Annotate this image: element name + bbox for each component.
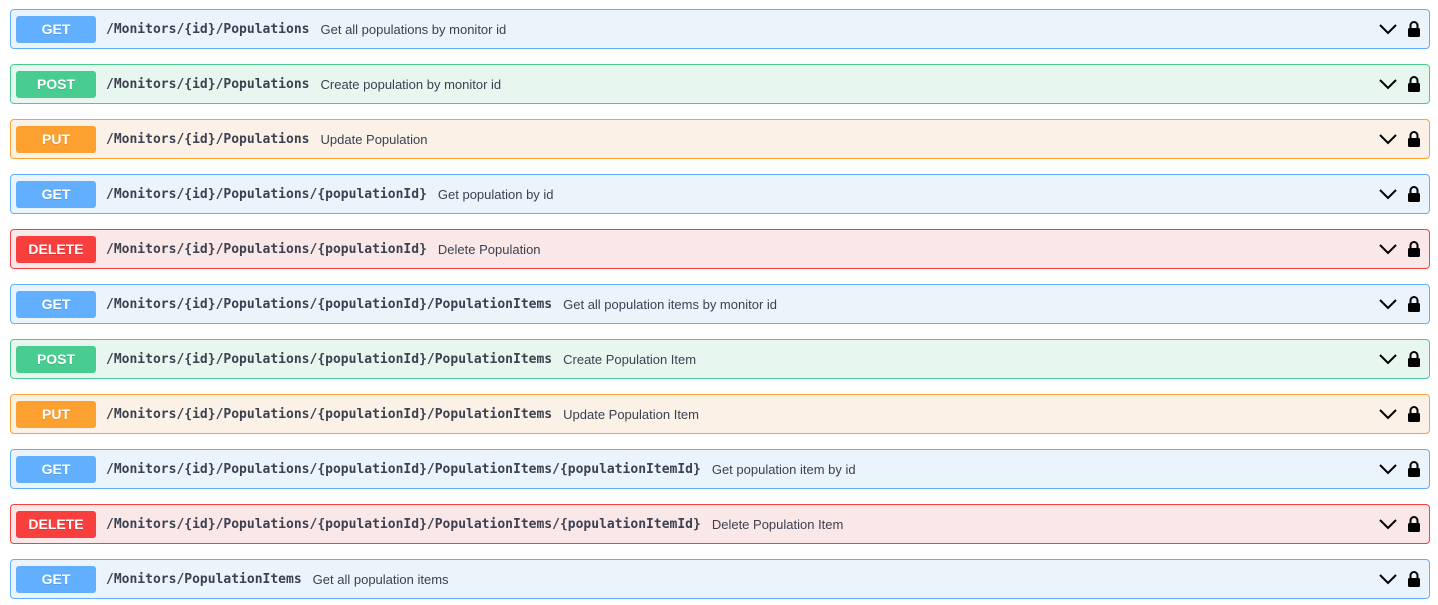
operation-summary: Update Population Item	[563, 406, 699, 422]
chevron-down-icon[interactable]	[1378, 74, 1398, 94]
operation-path[interactable]: /Monitors/PopulationItems	[106, 572, 302, 587]
operation-row[interactable]: DELETE /Monitors/{id}/Populations/{popul…	[10, 504, 1430, 544]
chevron-down-icon[interactable]	[1378, 514, 1398, 534]
operation-summary: Update Population	[320, 131, 428, 147]
operation-path[interactable]: /Monitors/{id}/Populations	[106, 22, 310, 37]
operation-summary: Delete Population Item	[711, 516, 844, 532]
operation-summary: Get population by id	[437, 186, 554, 202]
method-badge: GET	[16, 180, 96, 208]
method-badge: GET	[16, 565, 96, 593]
lock-icon[interactable]	[1406, 74, 1422, 94]
operation-row[interactable]: PUT /Monitors/{id}/Populations/{populati…	[10, 394, 1430, 434]
lock-icon[interactable]	[1406, 349, 1422, 369]
lock-icon[interactable]	[1406, 19, 1422, 39]
operation-path[interactable]: /Monitors/{id}/Populations	[106, 132, 310, 147]
method-badge: DELETE	[16, 235, 96, 263]
operation-path[interactable]: /Monitors/{id}/Populations	[106, 77, 310, 92]
operation-summary: Delete Population	[437, 241, 541, 257]
operation-path[interactable]: /Monitors/{id}/Populations/{populationId…	[106, 407, 552, 422]
operation-summary: Get population item by id	[711, 461, 856, 477]
operation-path[interactable]: /Monitors/{id}/Populations/{populationId…	[106, 297, 552, 312]
operation-path[interactable]: /Monitors/{id}/Populations/{populationId…	[106, 517, 701, 532]
operation-row[interactable]: POST /Monitors/{id}/Populations Create p…	[10, 64, 1430, 104]
lock-icon[interactable]	[1406, 294, 1422, 314]
method-badge: GET	[16, 290, 96, 318]
chevron-down-icon[interactable]	[1378, 129, 1398, 149]
operation-row[interactable]: GET /Monitors/{id}/Populations/{populati…	[10, 284, 1430, 324]
operation-row[interactable]: POST /Monitors/{id}/Populations/{populat…	[10, 339, 1430, 379]
chevron-down-icon[interactable]	[1378, 569, 1398, 589]
operation-summary: Get all population items by monitor id	[563, 296, 778, 312]
chevron-down-icon[interactable]	[1378, 294, 1398, 314]
chevron-down-icon[interactable]	[1378, 349, 1398, 369]
lock-icon[interactable]	[1406, 404, 1422, 424]
operation-summary: Get all populations by monitor id	[320, 21, 507, 37]
lock-icon[interactable]	[1406, 129, 1422, 149]
method-badge: PUT	[16, 125, 96, 153]
method-badge: POST	[16, 345, 96, 373]
operation-path[interactable]: /Monitors/{id}/Populations/{populationId…	[106, 462, 701, 477]
operation-row[interactable]: PUT /Monitors/{id}/Populations Update Po…	[10, 119, 1430, 159]
method-badge: PUT	[16, 400, 96, 428]
operation-summary: Create population by monitor id	[320, 76, 502, 92]
operation-summary: Get all population items	[312, 571, 449, 587]
operation-row[interactable]: GET /Monitors/{id}/Populations/{populati…	[10, 174, 1430, 214]
operation-row[interactable]: DELETE /Monitors/{id}/Populations/{popul…	[10, 229, 1430, 269]
operation-path[interactable]: /Monitors/{id}/Populations/{populationId…	[106, 242, 427, 257]
method-badge: POST	[16, 70, 96, 98]
chevron-down-icon[interactable]	[1378, 459, 1398, 479]
method-badge: GET	[16, 455, 96, 483]
chevron-down-icon[interactable]	[1378, 404, 1398, 424]
chevron-down-icon[interactable]	[1378, 184, 1398, 204]
operation-path[interactable]: /Monitors/{id}/Populations/{populationId…	[106, 187, 427, 202]
operation-summary: Create Population Item	[563, 351, 697, 367]
lock-icon[interactable]	[1406, 514, 1422, 534]
operation-row[interactable]: GET /Monitors/{id}/Populations Get all p…	[10, 9, 1430, 49]
lock-icon[interactable]	[1406, 569, 1422, 589]
lock-icon[interactable]	[1406, 239, 1422, 259]
chevron-down-icon[interactable]	[1378, 19, 1398, 39]
lock-icon[interactable]	[1406, 459, 1422, 479]
operations-list: GET /Monitors/{id}/Populations Get all p…	[0, 0, 1438, 605]
method-badge: GET	[16, 15, 96, 43]
chevron-down-icon[interactable]	[1378, 239, 1398, 259]
operation-row[interactable]: GET /Monitors/{id}/Populations/{populati…	[10, 449, 1430, 489]
operation-path[interactable]: /Monitors/{id}/Populations/{populationId…	[106, 352, 552, 367]
operation-row[interactable]: GET /Monitors/PopulationItems Get all po…	[10, 559, 1430, 599]
method-badge: DELETE	[16, 510, 96, 538]
lock-icon[interactable]	[1406, 184, 1422, 204]
